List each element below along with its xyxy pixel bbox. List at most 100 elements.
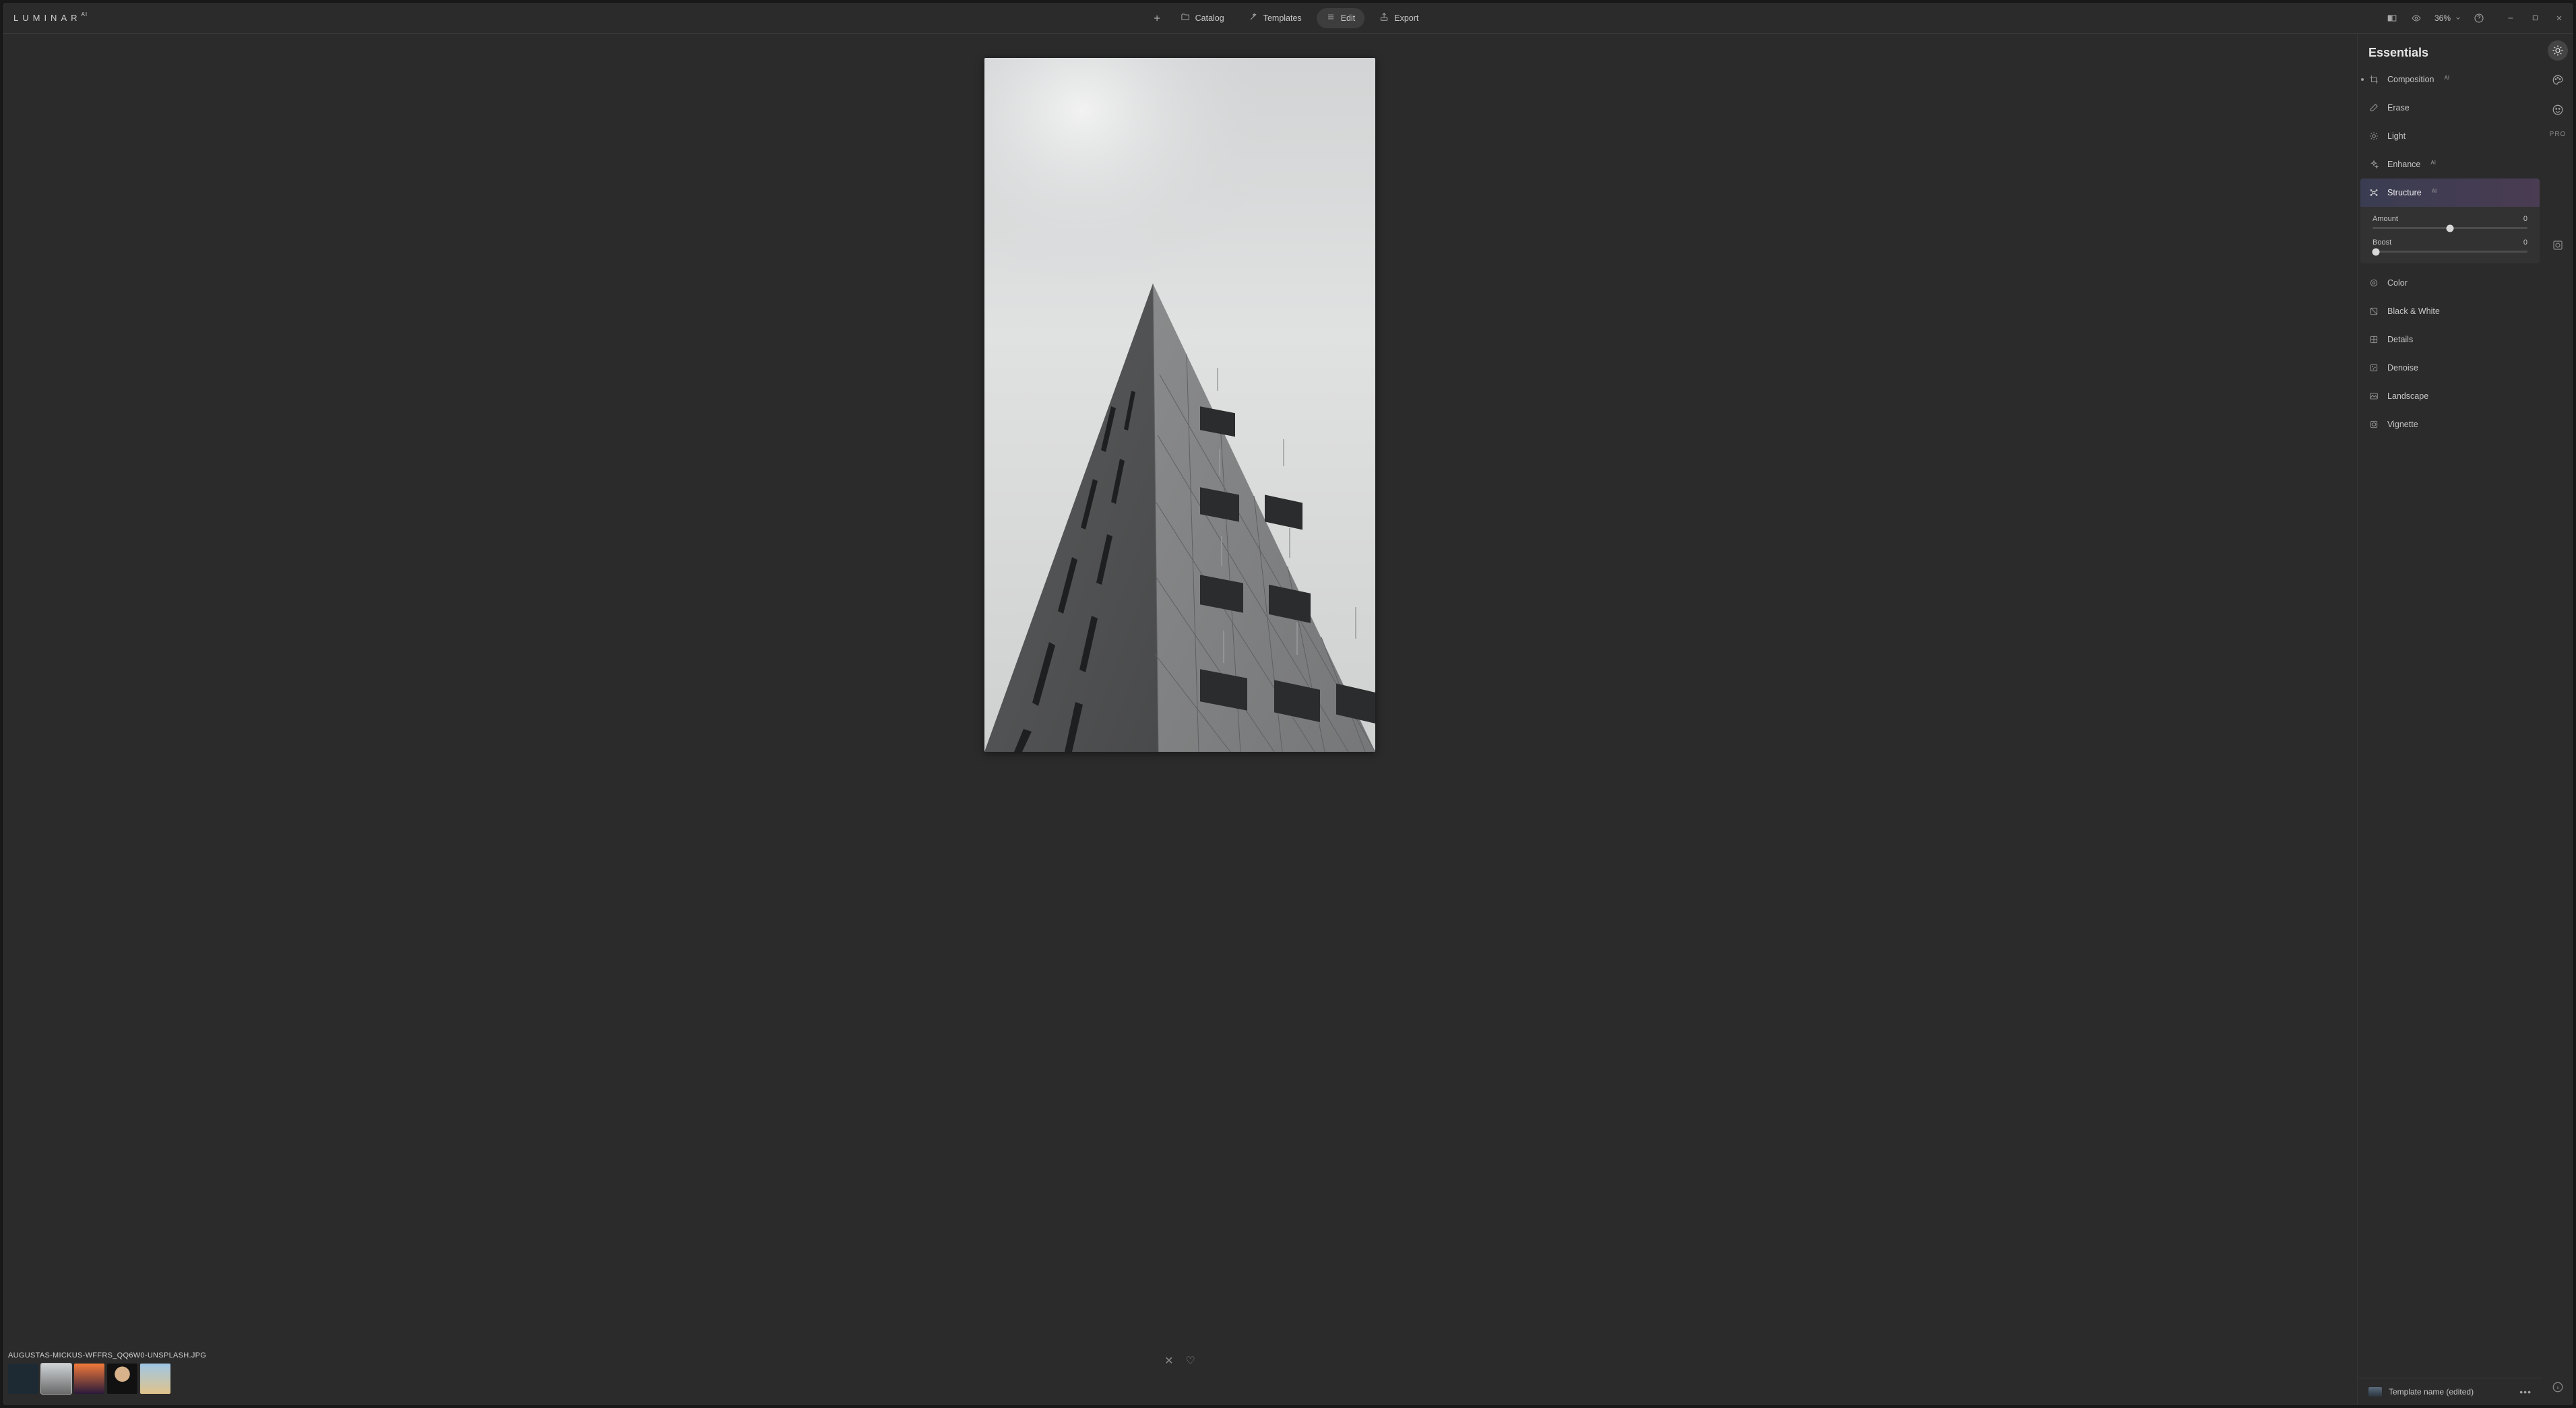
tool-details[interactable]: Details [2358,325,2542,354]
tool-label: Color [2387,278,2408,288]
chevron-down-icon [2455,15,2461,22]
nav-edit-label: Edit [1341,13,1356,23]
tool-structure[interactable]: Structure AI [2360,179,2540,207]
rail-local-masking-button[interactable] [2548,235,2568,255]
tool-label: Light [2387,131,2406,141]
ai-badge: AI [2430,160,2436,166]
panel-title: Essentials [2358,34,2542,65]
denoise-icon [2368,363,2379,373]
nav-export-label: Export [1394,13,1418,23]
sliders-icon [1326,12,1336,24]
rating-controls: ✕ ♡ [1164,1354,1195,1368]
rail-pro-button[interactable]: PRO [2550,131,2567,138]
thumb-5[interactable] [140,1364,170,1394]
tool-label: Enhance [2387,160,2420,169]
nav-edit[interactable]: Edit [1317,8,1365,28]
template-name: Template name (edited) [2389,1387,2513,1397]
nav-export[interactable]: Export [1370,8,1428,28]
template-thumb [2368,1387,2382,1397]
tool-denoise[interactable]: Denoise [2358,354,2542,382]
zoom-value: 36% [2434,13,2451,23]
thumb-1[interactable] [8,1364,38,1394]
wand-icon [1249,12,1258,24]
slider-label: Boost [2373,238,2391,247]
tool-blackwhite[interactable]: Black & White [2358,297,2542,325]
preview-button[interactable] [2410,13,2422,23]
modified-indicator [2361,78,2364,81]
app-brand-ai-text: AI [82,11,88,18]
filmstrip [8,1364,2352,1394]
slider-value: 0 [2523,215,2527,223]
tool-label: Structure [2387,188,2422,197]
rail-creative-button[interactable] [2548,70,2568,90]
rail-info-button[interactable] [2548,1377,2568,1397]
slider-amount-knob[interactable] [2447,224,2454,232]
rail-essentials-button[interactable] [2548,40,2568,61]
window-maximize-button[interactable] [2527,11,2542,26]
tool-label: Vignette [2387,420,2418,429]
blackwhite-icon [2368,307,2379,316]
nav-center: Catalog Templates Edit Export [1148,8,1428,28]
nav-catalog[interactable]: Catalog [1171,8,1234,28]
rail-portrait-button[interactable] [2548,100,2568,120]
titlebar: LUMINAR AI Catalog Templates Edit Export [3,3,2573,34]
slider-boost: Boost 0 [2373,238,2527,253]
help-button[interactable] [2474,13,2484,24]
right-rail: PRO [2542,34,2573,1405]
folder-icon [1181,12,1190,24]
tool-composition[interactable]: Composition AI [2358,65,2542,94]
tool-light[interactable]: Light [2358,122,2542,150]
favorite-button[interactable]: ♡ [1186,1354,1195,1368]
tool-structure-body: Amount 0 Boost 0 [2360,207,2540,263]
erase-icon [2368,103,2379,113]
ai-badge: AI [2444,75,2449,81]
zoom-dropdown[interactable]: 36% [2434,13,2461,23]
thumb-2[interactable] [41,1364,71,1394]
tool-color[interactable]: Color [2358,269,2542,297]
window-close-button[interactable] [2552,11,2567,26]
nav-catalog-label: Catalog [1195,13,1224,23]
side-panel: Essentials Composition AI Erase Light [2357,34,2542,1405]
compare-button[interactable] [2386,13,2398,23]
template-menu-button[interactable]: ••• [2519,1386,2532,1397]
tool-label: Landscape [2387,391,2428,401]
nav-templates[interactable]: Templates [1239,8,1311,28]
template-footer: Template name (edited) ••• [2358,1378,2542,1405]
thumb-4[interactable] [107,1364,137,1394]
canvas-area[interactable] [3,34,2357,1351]
export-icon [1379,12,1389,24]
tool-landscape[interactable]: Landscape [2358,382,2542,410]
tool-vignette[interactable]: Vignette [2358,410,2542,439]
sparkle-icon [2368,160,2379,169]
slider-amount: Amount 0 [2373,215,2527,229]
thumb-3[interactable] [74,1364,104,1394]
tool-label: Composition [2387,75,2434,84]
add-photo-button[interactable] [1148,9,1166,27]
crop-icon [2368,75,2379,84]
app-logo: LUMINAR AI [13,13,88,23]
slider-label: Amount [2373,215,2398,223]
light-icon [2368,131,2379,141]
tool-label: Denoise [2387,363,2418,373]
app-brand-text: LUMINAR [13,13,82,23]
tool-label: Erase [2387,103,2410,113]
tool-list: Composition AI Erase Light Enhance AI [2358,65,2542,1378]
vignette-icon [2368,420,2379,429]
slider-boost-track[interactable] [2373,251,2527,253]
main-photo[interactable] [984,58,1375,752]
nav-templates-label: Templates [1263,13,1302,23]
structure-icon [2368,188,2379,197]
slider-value: 0 [2523,238,2527,247]
tool-erase[interactable]: Erase [2358,94,2542,122]
ai-badge: AI [2432,188,2437,194]
slider-boost-knob[interactable] [2372,248,2379,255]
tool-enhance[interactable]: Enhance AI [2358,150,2542,179]
reject-button[interactable]: ✕ [1164,1354,1173,1368]
tool-label: Black & White [2387,307,2440,316]
tool-label: Details [2387,335,2413,344]
window-minimize-button[interactable] [2503,11,2518,26]
landscape-icon [2368,391,2379,401]
slider-amount-track[interactable] [2373,227,2527,229]
color-icon [2368,278,2379,288]
titlebar-right: 36% [2386,11,2567,26]
